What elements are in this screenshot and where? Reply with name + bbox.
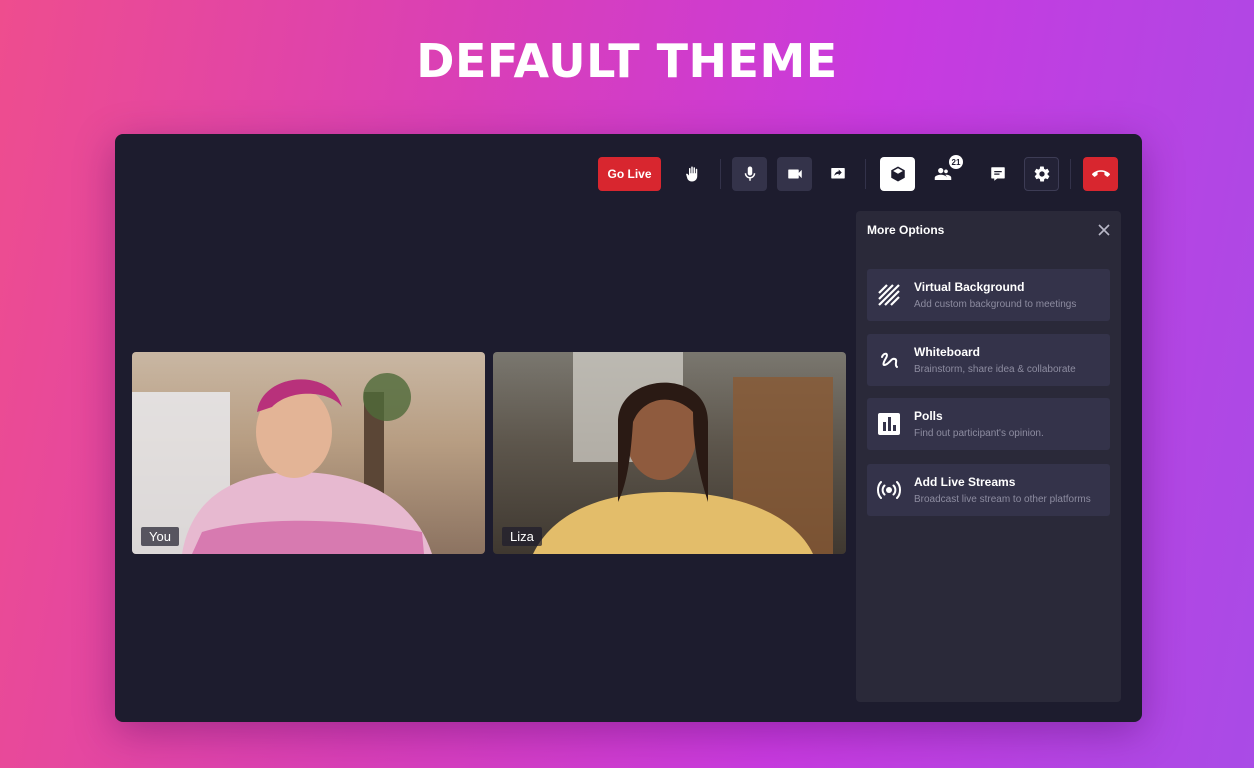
chat-button[interactable] — [980, 157, 1015, 191]
phone-hangup-icon — [1091, 170, 1110, 177]
screen-share-button[interactable] — [820, 157, 855, 191]
close-panel-button[interactable] — [1097, 223, 1111, 237]
camera-button[interactable] — [777, 157, 812, 191]
microphone-button[interactable] — [732, 157, 767, 191]
page-title: DEFAULT THEME — [416, 34, 838, 88]
option-add-live-streams[interactable]: Add Live Streams Broadcast live stream t… — [867, 464, 1110, 516]
option-title: Add Live Streams — [914, 475, 1016, 489]
video-tile[interactable]: You — [132, 352, 485, 554]
raise-hand-icon — [685, 166, 697, 182]
option-title: Polls — [914, 409, 943, 423]
participant-name-label: You — [141, 527, 179, 546]
video-tile[interactable]: Liza — [493, 352, 846, 554]
more-options-button[interactable] — [880, 157, 915, 191]
cube-icon — [890, 166, 905, 182]
screen-share-icon — [830, 168, 845, 179]
meeting-toolbar: Go Live 21 — [115, 155, 1142, 193]
participant-video-feed — [132, 373, 432, 554]
close-icon — [1098, 224, 1110, 236]
participant-video-feed — [533, 352, 833, 554]
panel-title: More Options — [867, 223, 945, 237]
chat-icon — [990, 167, 1005, 181]
go-live-button[interactable]: Go Live — [598, 157, 661, 191]
option-title: Virtual Background — [914, 280, 1025, 294]
video-camera-icon — [787, 169, 802, 179]
raise-hand-button[interactable] — [674, 157, 709, 191]
participants-count-badge: 21 — [949, 155, 963, 169]
gear-icon — [1034, 166, 1049, 182]
option-title: Whiteboard — [914, 345, 980, 359]
more-options-panel: More Options Virtual Background Add cust… — [856, 211, 1121, 702]
settings-button[interactable] — [1024, 157, 1059, 191]
toolbar-divider — [1070, 159, 1071, 189]
striped-background-icon — [877, 283, 901, 307]
meeting-window: Go Live 21 You Liza More Options Virtual… — [115, 134, 1142, 722]
squiggle-icon — [877, 348, 901, 372]
option-virtual-background[interactable]: Virtual Background Add custom background… — [867, 269, 1110, 321]
toolbar-divider — [720, 159, 721, 189]
option-polls[interactable]: Polls Find out participant's opinion. — [867, 398, 1110, 450]
bar-chart-icon — [877, 412, 901, 436]
toolbar-divider — [865, 159, 866, 189]
participants-button[interactable]: 21 — [923, 155, 963, 191]
option-description: Find out participant's opinion. — [914, 428, 1044, 439]
option-description: Add custom background to meetings — [914, 299, 1077, 310]
microphone-icon — [744, 166, 755, 181]
leave-call-button[interactable] — [1083, 157, 1118, 191]
people-icon — [934, 168, 952, 180]
option-description: Broadcast live stream to other platforms — [914, 494, 1091, 505]
option-whiteboard[interactable]: Whiteboard Brainstorm, share idea & coll… — [867, 334, 1110, 386]
participant-name-label: Liza — [502, 527, 542, 546]
broadcast-icon — [877, 478, 901, 502]
option-description: Brainstorm, share idea & collaborate — [914, 364, 1076, 375]
